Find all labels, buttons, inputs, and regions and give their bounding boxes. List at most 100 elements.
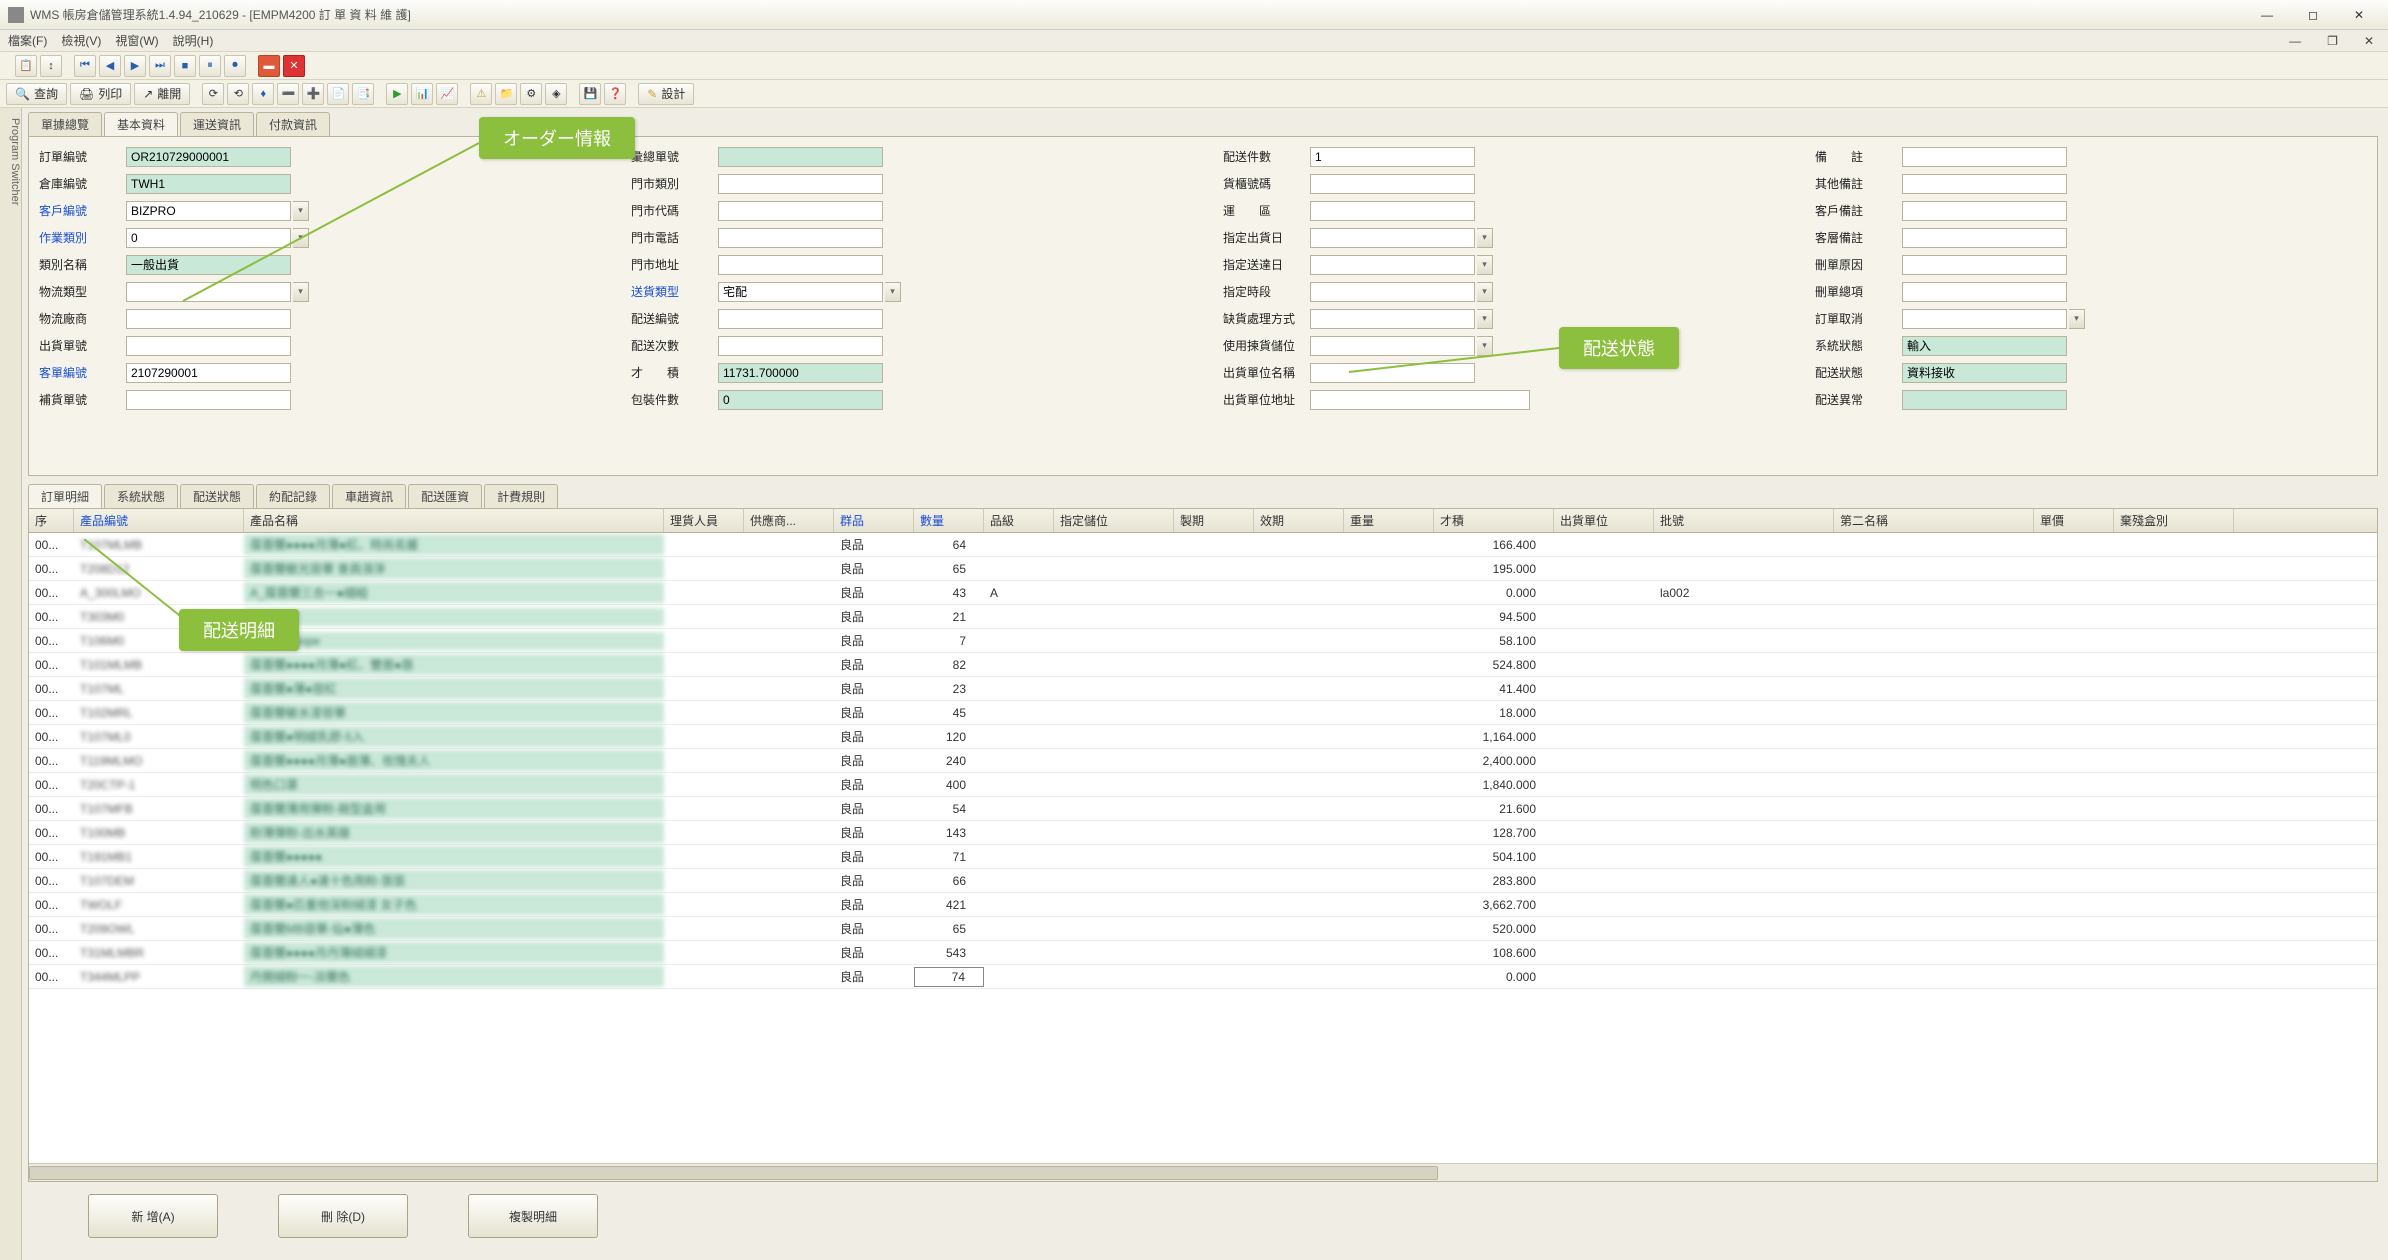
field-input[interactable] (718, 147, 883, 167)
tab-shipping[interactable]: 運送資訊 (180, 112, 254, 136)
field-input[interactable] (1902, 336, 2067, 356)
field-input[interactable] (1902, 282, 2067, 302)
dropdown-icon[interactable]: ▾ (2069, 309, 2085, 329)
mdi-minimize[interactable]: — (2283, 34, 2307, 48)
tool-prev-icon[interactable]: ◀ (99, 55, 121, 77)
field-input[interactable] (1310, 201, 1475, 221)
col-seq[interactable]: 序 (29, 509, 74, 532)
col-group[interactable]: 群品 (834, 509, 914, 532)
tab-ship-status[interactable]: 配送狀態 (180, 484, 254, 508)
maximize-button[interactable]: ◻ (2292, 4, 2334, 26)
field-input[interactable] (718, 390, 883, 410)
dropdown-icon[interactable]: ▾ (293, 228, 309, 248)
field-input[interactable] (1310, 390, 1530, 410)
field-input[interactable] (1310, 228, 1475, 248)
col-ship-unit[interactable]: 出貨單位 (1554, 509, 1654, 532)
tool-last-icon[interactable]: ⏭ (149, 55, 171, 77)
tab-overview[interactable]: 單據總覽 (28, 112, 102, 136)
field-input[interactable] (126, 174, 291, 194)
tool-b-icon[interactable]: ⟲ (227, 83, 249, 105)
tab-truck-info[interactable]: 車趟資訊 (332, 484, 406, 508)
field-input[interactable] (126, 363, 291, 383)
tool-l-icon[interactable]: 📁 (495, 83, 517, 105)
field-input[interactable] (126, 147, 291, 167)
table-row[interactable]: 00...T20CTP-1明色口罩良品4001,840.000 (29, 773, 2377, 797)
table-row[interactable]: 00...T191MB1葆蓉蘭●●●●●良品71504.100 (29, 845, 2377, 869)
field-input[interactable] (1310, 336, 1475, 356)
tool-m-icon[interactable]: ⚙ (520, 83, 542, 105)
field-input[interactable] (1902, 228, 2067, 248)
field-input[interactable] (126, 201, 291, 221)
table-row[interactable]: 00...TWOLF葆蓉蘭●匹重他深粉絨漆 女子色良品4213,662.700 (29, 893, 2377, 917)
field-input[interactable] (718, 228, 883, 248)
table-row[interactable]: 00...T303M0●●●●良品2194.500 (29, 605, 2377, 629)
menu-view[interactable]: 檢視(V) (61, 32, 101, 49)
field-input[interactable] (1902, 390, 2067, 410)
table-row[interactable]: 00...T106M0●●●●●●hope良品758.100 (29, 629, 2377, 653)
field-input[interactable] (718, 336, 883, 356)
col-second-name[interactable]: 第二名稱 (1834, 509, 2034, 532)
field-input[interactable] (126, 228, 291, 248)
field-input[interactable] (1902, 201, 2067, 221)
table-row[interactable]: 00...T101MLMB葆蓉蘭●●●●月薄●紅、雙唇●唇良品82524.800 (29, 653, 2377, 677)
tool-pause-icon[interactable]: ⏸ (199, 55, 221, 77)
tool-g-icon[interactable]: 📑 (352, 83, 374, 105)
col-volume[interactable]: 才積 (1434, 509, 1554, 532)
tool-c-icon[interactable]: ♦ (252, 83, 274, 105)
dropdown-icon[interactable]: ▾ (885, 282, 901, 302)
table-row[interactable]: 00...T100MB粉薄彈粉-出水英雄良品143128.700 (29, 821, 2377, 845)
field-input[interactable] (1902, 309, 2067, 329)
close-button[interactable]: ✕ (2338, 4, 2380, 26)
tool-i-icon[interactable]: 📊 (411, 83, 433, 105)
field-input[interactable] (1310, 282, 1475, 302)
tool-d-icon[interactable]: ➖ (277, 83, 299, 105)
tool-record-icon[interactable]: ⏺ (224, 55, 246, 77)
table-row[interactable]: 00...T344MLPP丹開細粉一-淡蘭色良品740.000 (29, 965, 2377, 989)
field-input[interactable] (1310, 174, 1475, 194)
menu-help[interactable]: 說明(H) (173, 32, 214, 49)
tool-cancel-icon[interactable]: ▬ (258, 55, 280, 77)
tab-basic-info[interactable]: 基本資料 (104, 112, 178, 136)
tab-payment[interactable]: 付款資訊 (256, 112, 330, 136)
table-row[interactable]: 00...T31MLMBR葆蓉蘭●●●●月丹薄絨細漆良品543108.600 (29, 941, 2377, 965)
tab-booking-log[interactable]: 約配記錄 (256, 484, 330, 508)
table-row[interactable]: 00...T107MFB葆蓉蘭薄用彈粉-碗型盒用良品5421.600 (29, 797, 2377, 821)
col-handler[interactable]: 理貨人員 (664, 509, 744, 532)
copy-detail-button[interactable]: 複製明細 (468, 1194, 598, 1238)
tab-ship-summary[interactable]: 配送匯資 (408, 484, 482, 508)
col-grade[interactable]: 品級 (984, 509, 1054, 532)
table-row[interactable]: 00...T107ML葆蓉蘭●薄●容紅良品2341.400 (29, 677, 2377, 701)
field-input[interactable] (126, 282, 291, 302)
dropdown-icon[interactable]: ▾ (1477, 309, 1493, 329)
field-input[interactable] (1902, 147, 2067, 167)
field-input[interactable] (718, 363, 883, 383)
menu-window[interactable]: 視窗(W) (115, 32, 158, 49)
add-button[interactable]: 新 增(A) (88, 1194, 218, 1238)
tool-n-icon[interactable]: ◈ (545, 83, 567, 105)
grid-body[interactable]: 00...T107MLMB葆蓉蘭●●●●月薄●紅、時尚名媛良品64166.400… (29, 533, 2377, 1163)
field-input[interactable] (1902, 174, 2067, 194)
side-tab-program-switcher[interactable]: Program Switcher (0, 108, 22, 1260)
minimize-button[interactable]: — (2246, 4, 2288, 26)
col-lot[interactable]: 批號 (1654, 509, 1834, 532)
delete-button[interactable]: 刪 除(D) (278, 1194, 408, 1238)
tool-stop-icon[interactable]: ■ (174, 55, 196, 77)
dropdown-icon[interactable]: ▾ (1477, 228, 1493, 248)
tool-p-icon[interactable]: ❓ (604, 83, 626, 105)
tool-e-icon[interactable]: ➕ (302, 83, 324, 105)
tool-first-icon[interactable]: ⏮ (74, 55, 96, 77)
tab-billing-rules[interactable]: 計費規則 (484, 484, 558, 508)
field-input[interactable] (718, 255, 883, 275)
tool-f-icon[interactable]: 📄 (327, 83, 349, 105)
col-weight[interactable]: 重量 (1344, 509, 1434, 532)
col-qty[interactable]: 數量 (914, 509, 984, 532)
field-input[interactable] (718, 282, 883, 302)
col-product-code[interactable]: 產品編號 (74, 509, 244, 532)
col-supplier[interactable]: 供應商... (744, 509, 834, 532)
mdi-close[interactable]: ✕ (2358, 34, 2380, 48)
mdi-restore[interactable]: ❐ (2321, 34, 2344, 48)
col-product-name[interactable]: 產品名稱 (244, 509, 664, 532)
design-button[interactable]: ✎設計 (638, 83, 694, 105)
horizontal-scrollbar[interactable] (29, 1163, 2377, 1181)
tool-delete-icon[interactable]: ✕ (283, 55, 305, 77)
